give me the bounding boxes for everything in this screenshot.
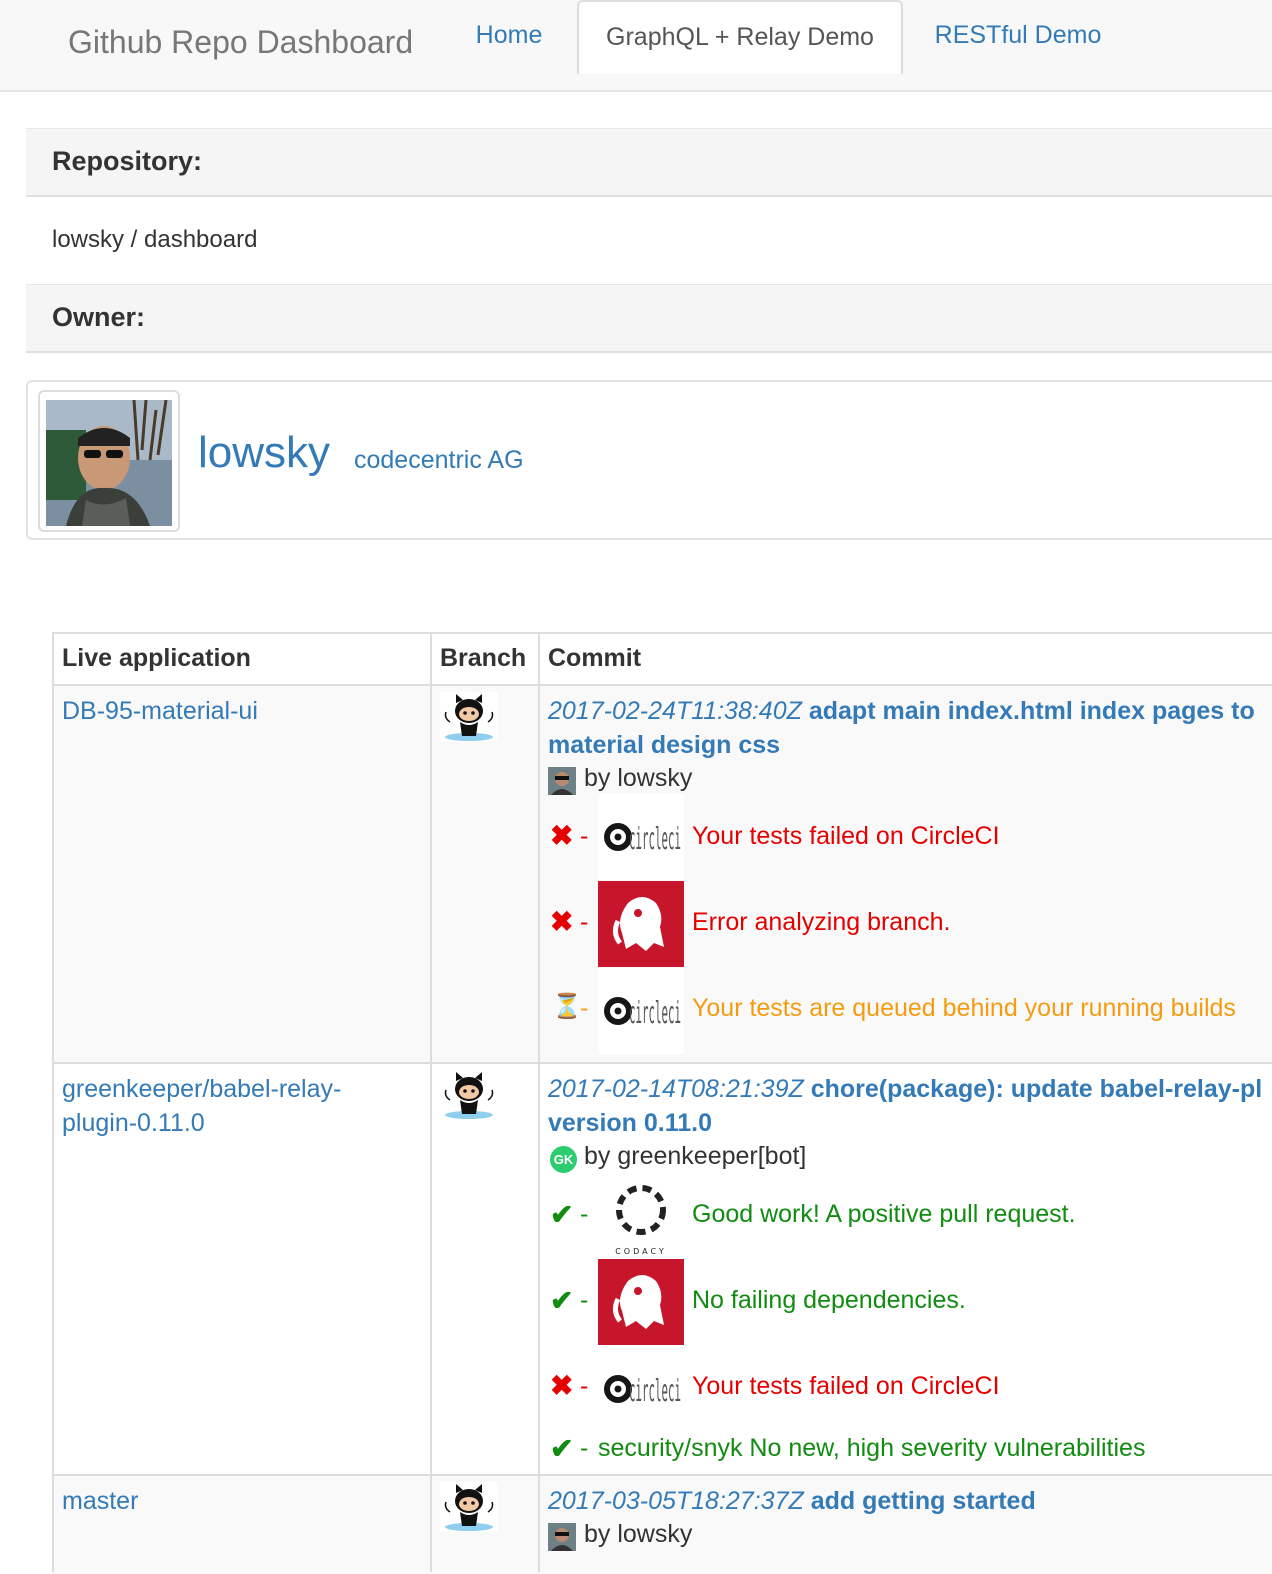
status-text[interactable]: security/snyk No new, high severity vuln… xyxy=(598,1434,1145,1463)
owner-panel-heading: Owner: xyxy=(26,284,1272,353)
status-dash: - xyxy=(580,1434,589,1462)
repository-panel-heading: Repository: xyxy=(26,128,1272,197)
snyk-dog-logo-icon[interactable] xyxy=(598,1259,684,1345)
owner-card: lowsky codecentric AG xyxy=(26,380,1272,540)
status-text[interactable]: Good work! A positive pull request. xyxy=(692,1200,1076,1229)
svg-text:circleci: circleci xyxy=(629,996,681,1031)
greenkeeper-badge-avatar: GK xyxy=(550,1146,577,1173)
owner-heading: Owner: xyxy=(52,302,146,332)
commit-line-2[interactable]: material design css xyxy=(548,728,780,762)
github-octocat-icon[interactable] xyxy=(440,1070,498,1120)
status-text[interactable]: Your tests are queued behind your runnin… xyxy=(692,994,1236,1023)
github-octocat-icon[interactable] xyxy=(440,1482,498,1532)
table-border xyxy=(538,632,540,1572)
commit-line-2[interactable]: version 0.11.0 xyxy=(548,1106,712,1140)
author-avatar xyxy=(548,1523,576,1551)
status-text[interactable]: Error analyzing branch. xyxy=(692,908,950,937)
success-checkmark-icon: ✔ xyxy=(550,1199,574,1230)
owner-company: codecentric AG xyxy=(354,446,524,474)
owner-avatar[interactable] xyxy=(38,390,180,532)
status-dash: - xyxy=(580,994,589,1022)
commit-date: 2017-03-05T18:27:37Z xyxy=(548,1487,804,1515)
brand-title[interactable]: Github Repo Dashboard xyxy=(68,24,413,61)
commit-message[interactable]: adapt main index.html index pages to xyxy=(809,697,1255,725)
branches-table: Live application Branch Commit DB-95-mat… xyxy=(52,632,1272,1574)
codacy-logo-icon[interactable]: CODACY xyxy=(598,1172,684,1258)
table-border xyxy=(52,1474,1272,1476)
failure-icon: ✖ xyxy=(550,1370,574,1401)
status-dash: - xyxy=(580,822,589,850)
commit-message[interactable]: add getting started xyxy=(811,1487,1036,1515)
circleci-logo-icon[interactable]: circleci xyxy=(598,794,684,880)
commit-date: 2017-02-14T08:21:39Z xyxy=(548,1075,804,1103)
commit-message[interactable]: chore(package): update babel-relay-pl xyxy=(811,1075,1263,1103)
header-live-application: Live application xyxy=(62,644,251,672)
branch-link-db-95-material-ui[interactable]: DB-95-material-ui xyxy=(62,694,258,728)
status-text[interactable]: Your tests failed on CircleCI xyxy=(692,822,1000,851)
failure-icon: ✖ xyxy=(550,820,574,851)
status-dash: - xyxy=(580,908,589,936)
branch-link-master[interactable]: master xyxy=(62,1484,138,1518)
table-border xyxy=(52,1062,1272,1064)
commit-line-1[interactable]: 2017-02-24T11:38:40Z adapt main index.ht… xyxy=(548,694,1255,728)
status-dash: - xyxy=(580,1286,589,1314)
pending-hourglass-icon: ⏳ xyxy=(552,993,582,1020)
commit-author: by lowsky xyxy=(584,764,693,792)
status-text[interactable]: Your tests failed on CircleCI xyxy=(692,1372,1000,1401)
table-border xyxy=(52,632,54,1572)
branch-name-line1[interactable]: greenkeeper/babel-relay- xyxy=(62,1075,341,1103)
commit-author: by greenkeeper[bot] xyxy=(584,1142,807,1170)
circleci-logo-icon[interactable]: circleci xyxy=(598,968,684,1054)
commit-message-continued[interactable]: version 0.11.0 xyxy=(548,1109,712,1137)
author-avatar xyxy=(548,767,576,795)
codacy-logo-label: CODACY xyxy=(615,1247,667,1256)
owner-login-link[interactable]: lowsky xyxy=(198,428,330,478)
svg-text:circleci: circleci xyxy=(629,822,681,857)
svg-text:circleci: circleci xyxy=(629,1374,681,1409)
branch-link-greenkeeper[interactable]: greenkeeper/babel-relay- plugin-0.11.0 xyxy=(62,1072,341,1140)
commit-message-continued[interactable]: material design css xyxy=(548,731,780,759)
snyk-dog-logo-icon[interactable] xyxy=(598,881,684,967)
tab-home[interactable]: Home xyxy=(454,0,564,70)
repository-name: lowsky / dashboard xyxy=(52,226,258,253)
status-text[interactable]: No failing dependencies. xyxy=(692,1286,966,1315)
table-border xyxy=(52,684,1272,686)
navbar: Github Repo Dashboard Home GraphQL + Rel… xyxy=(0,0,1272,92)
failure-icon: ✖ xyxy=(550,906,574,937)
branch-name-line2[interactable]: plugin-0.11.0 xyxy=(62,1109,205,1137)
header-commit: Commit xyxy=(548,644,642,672)
status-dash: - xyxy=(580,1200,589,1228)
success-checkmark-icon: ✔ xyxy=(550,1285,574,1316)
tab-graphql-relay-demo[interactable]: GraphQL + Relay Demo xyxy=(577,0,903,74)
success-checkmark-icon: ✔ xyxy=(550,1433,574,1464)
commit-author: by lowsky xyxy=(584,1520,693,1548)
commit-line-1[interactable]: 2017-02-14T08:21:39Z chore(package): upd… xyxy=(548,1072,1262,1106)
commit-date: 2017-02-24T11:38:40Z xyxy=(548,697,802,725)
github-octocat-icon[interactable] xyxy=(440,692,498,742)
commit-line-1[interactable]: 2017-03-05T18:27:37Z add getting started xyxy=(548,1484,1036,1518)
table-border xyxy=(430,632,432,1572)
status-dash: - xyxy=(580,1372,589,1400)
repository-heading: Repository: xyxy=(52,146,203,176)
header-branch: Branch xyxy=(440,644,527,672)
table-border xyxy=(52,632,1272,634)
tab-restful-demo[interactable]: RESTful Demo xyxy=(916,0,1120,70)
circleci-logo-icon[interactable]: circleci xyxy=(598,1346,684,1432)
